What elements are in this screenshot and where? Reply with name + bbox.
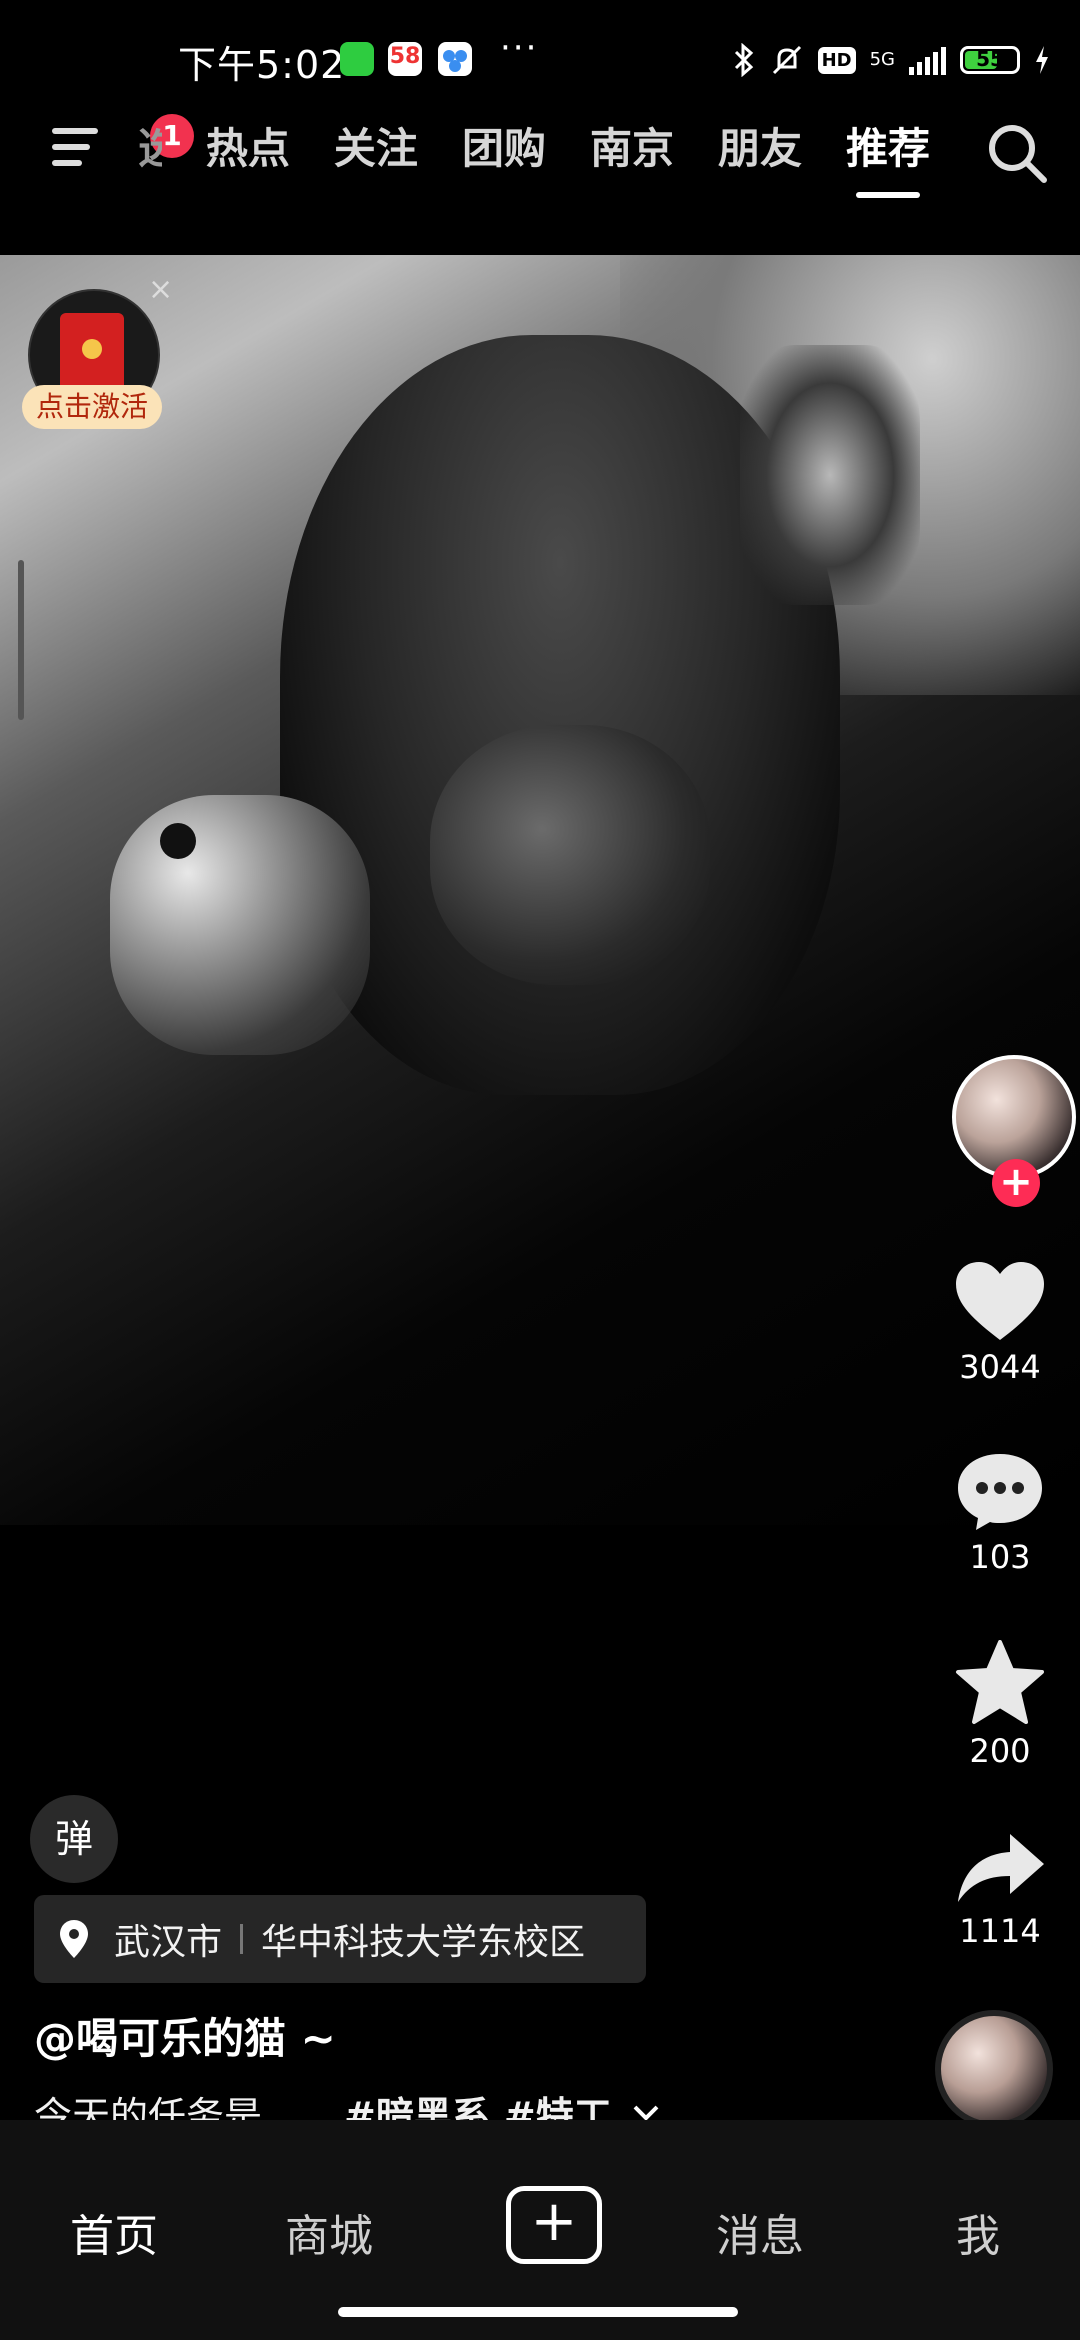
search-icon[interactable] (982, 118, 1052, 188)
charging-bolt-icon (1036, 46, 1048, 74)
music-disc-avatar[interactable] (935, 2010, 1053, 2128)
tab-recommended[interactable]: 推荐 (846, 115, 930, 198)
tab-group-buy[interactable]: 团购 (462, 115, 546, 176)
network-type: 5G (869, 49, 895, 70)
top-navigation: 1 选 热点 关注 团购 南京 朋友 推荐 (0, 110, 1080, 205)
danmaku-toggle-button[interactable]: 弹 (30, 1795, 118, 1883)
close-icon[interactable]: × (148, 272, 173, 307)
nav-profile[interactable]: 我 (956, 2200, 1000, 2264)
home-indicator[interactable] (338, 2307, 738, 2317)
nav-mall[interactable]: 商城 (285, 2200, 373, 2264)
red-envelope-icon (60, 313, 124, 395)
more-notifications-icon: ··· (500, 28, 539, 68)
video-subject-prop-muzzle (160, 823, 196, 859)
location-pin-icon (60, 1920, 88, 1958)
signal-strength-icon (909, 45, 946, 75)
status-time: 下午5:02 (178, 43, 346, 87)
tab-following[interactable]: 关注 (334, 115, 418, 176)
scroll-indicator (18, 560, 24, 720)
battery-icon: 55 (960, 46, 1020, 74)
baidu-app-icon (438, 42, 472, 76)
location-tag[interactable]: 武汉市 华中科技大学东校区 (34, 1895, 646, 1983)
status-indicators: HD 5G 55 (732, 38, 1050, 82)
red-packet-widget[interactable]: 点击激活 (22, 285, 167, 445)
battery-level: 55 (976, 47, 1004, 71)
comment-icon (958, 1454, 1042, 1530)
video-player[interactable] (0, 255, 1080, 1525)
tab-hot[interactable]: 热点 (206, 115, 290, 176)
video-subject-face (430, 725, 710, 985)
like-count: 3044 (959, 1348, 1041, 1386)
58-app-icon: 58 (388, 42, 422, 76)
wechat-app-icon (340, 42, 374, 76)
feed-tabs: 选 热点 关注 团购 南京 朋友 推荐 (138, 115, 930, 198)
nav-messages[interactable]: 消息 (716, 2200, 804, 2264)
comment-count: 103 (969, 1538, 1031, 1576)
menu-icon-line (52, 144, 90, 150)
status-bar: 下午5:02 58 ··· HD 5G 55 (0, 0, 1080, 110)
tab-friends[interactable]: 朋友 (718, 115, 802, 176)
silent-bell-icon (772, 45, 801, 75)
heart-icon (956, 1262, 1044, 1340)
video-subject-hairpin (740, 345, 920, 605)
location-place: 华中科技大学东校区 (261, 1922, 586, 1963)
share-arrow-icon (958, 1834, 1044, 1902)
bluetooth-icon (734, 43, 753, 77)
video-subject-prop (110, 795, 370, 1055)
like-button[interactable]: 3044 (920, 1260, 1080, 1386)
expand-chevron-icon[interactable] (632, 2104, 660, 2122)
tab-local-city[interactable]: 南京 (590, 115, 674, 176)
nav-home[interactable]: 首页 (70, 2200, 158, 2264)
tab-featured[interactable]: 选 (138, 115, 162, 176)
share-button[interactable]: 1114 (920, 1830, 1080, 1950)
hd-voice-icon: HD (817, 46, 856, 74)
create-post-button[interactable]: + (506, 2186, 602, 2264)
star-icon (956, 1640, 1044, 1724)
favorite-button[interactable]: 200 (920, 1640, 1080, 1770)
menu-icon-line (52, 160, 82, 166)
red-packet-label: 点击激活 (22, 385, 162, 429)
side-menu-button[interactable]: 1 (52, 114, 194, 182)
favorite-count: 200 (969, 1732, 1031, 1770)
author-name[interactable]: @喝可乐的猫 ~ (34, 2005, 336, 2066)
follow-button[interactable]: + (992, 1159, 1040, 1207)
comment-button[interactable]: 103 (920, 1450, 1080, 1576)
menu-icon-line (52, 128, 98, 134)
location-separator (240, 1924, 244, 1954)
location-city: 武汉市 (114, 1922, 223, 1963)
share-count: 1114 (959, 1912, 1041, 1950)
